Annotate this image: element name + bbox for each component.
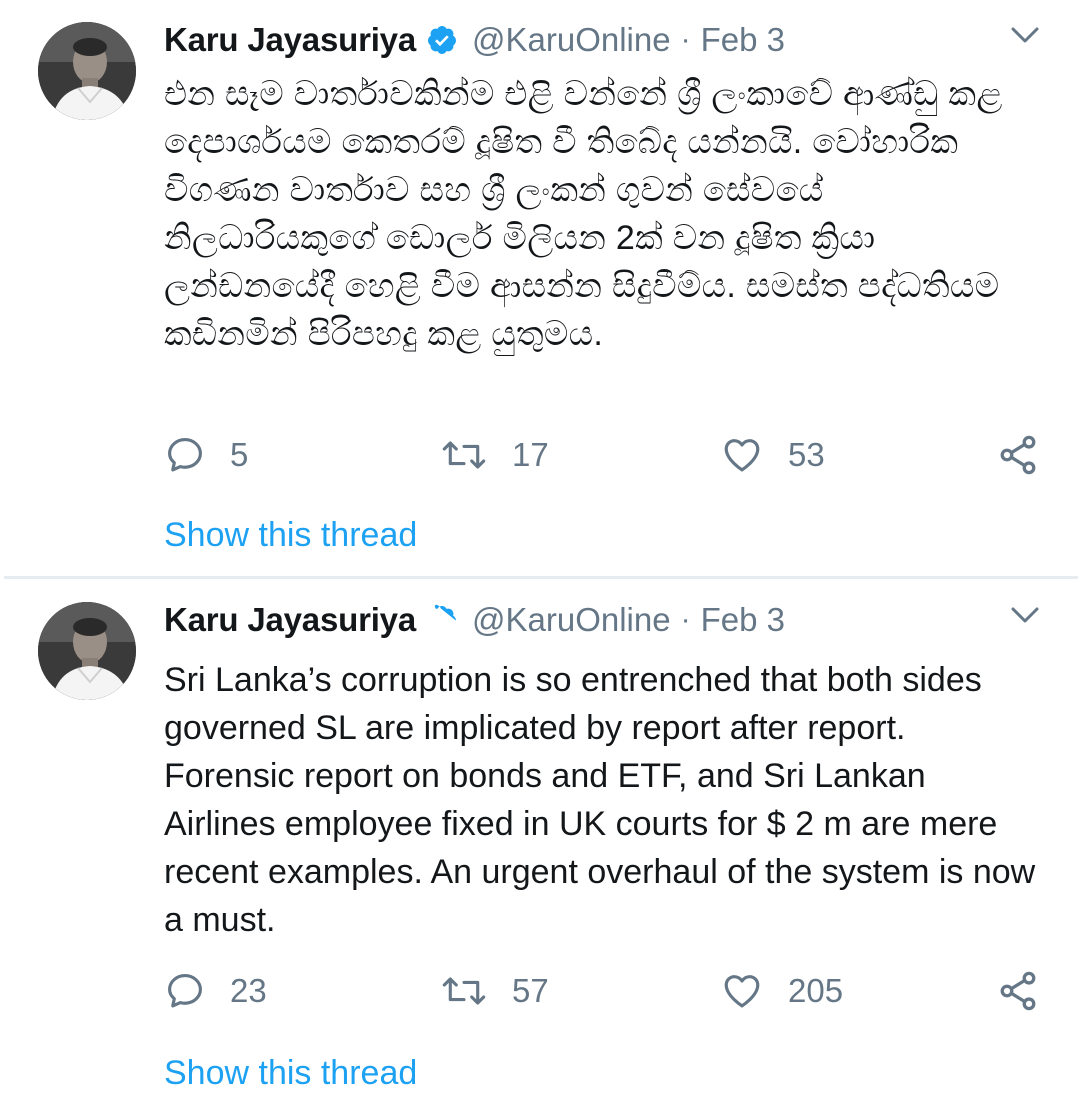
tweet-header: Karu Jayasuriya @KaruOnline · Feb 3 (164, 598, 785, 642)
reply-button[interactable]: 5 (164, 430, 248, 480)
reply-count: 5 (230, 436, 249, 473)
like-count: 53 (788, 436, 825, 473)
separator-dot: · (680, 603, 691, 636)
retweet-icon (440, 434, 488, 476)
verified-badge-icon (426, 604, 458, 636)
tweet-actions: 23 57 205 (164, 966, 1044, 1016)
separator-dot: · (680, 23, 691, 56)
tweet[interactable]: Karu Jayasuriya @KaruOnline · Feb 3 එන ස… (0, 0, 1080, 578)
avatar[interactable] (38, 22, 136, 120)
share-icon (996, 433, 1040, 477)
retweet-count: 57 (512, 972, 549, 1009)
tweet-text: එන සෑම වාර්තාවකින්ම එළි වන්නේ ශ්‍රී ලංකා… (164, 75, 1003, 353)
share-button[interactable] (996, 430, 1040, 480)
tweet[interactable]: Karu Jayasuriya @KaruOnline · Feb 3 Sri … (0, 580, 1080, 1112)
share-icon (996, 969, 1040, 1013)
tweet-text: Sri Lanka’s corruption is so entrenched … (164, 661, 1036, 939)
verified-badge-icon (426, 24, 458, 56)
retweet-button[interactable]: 57 (440, 966, 549, 1016)
reply-icon (164, 970, 206, 1012)
tweet-header: Karu Jayasuriya @KaruOnline · Feb 3 (164, 18, 785, 62)
heart-icon (720, 970, 764, 1012)
reply-button[interactable]: 23 (164, 966, 267, 1016)
show-thread-link[interactable]: Show this thread (164, 516, 417, 555)
divider (4, 576, 1078, 579)
like-button[interactable]: 53 (720, 430, 825, 480)
author-handle[interactable]: @KaruOnline (472, 601, 671, 639)
tweet-date[interactable]: Feb 3 (701, 21, 785, 59)
author-name[interactable]: Karu Jayasuriya (164, 601, 416, 639)
chevron-down-icon[interactable] (1008, 22, 1042, 50)
tweet-date[interactable]: Feb 3 (701, 601, 785, 639)
retweet-count: 17 (512, 436, 549, 473)
avatar[interactable] (38, 602, 136, 700)
show-thread-link[interactable]: Show this thread (164, 1054, 417, 1093)
author-name[interactable]: Karu Jayasuriya (164, 21, 416, 59)
like-button[interactable]: 205 (720, 966, 843, 1016)
timeline: Karu Jayasuriya @KaruOnline · Feb 3 එන ස… (0, 0, 1080, 1112)
reply-count: 23 (230, 972, 267, 1009)
retweet-icon (440, 970, 488, 1012)
author-handle[interactable]: @KaruOnline (472, 21, 671, 59)
tweet-actions: 5 17 53 (164, 430, 1044, 480)
share-button[interactable] (996, 966, 1040, 1016)
reply-icon (164, 434, 206, 476)
heart-icon (720, 434, 764, 476)
retweet-button[interactable]: 17 (440, 430, 549, 480)
like-count: 205 (788, 972, 844, 1009)
chevron-down-icon[interactable] (1008, 602, 1042, 630)
